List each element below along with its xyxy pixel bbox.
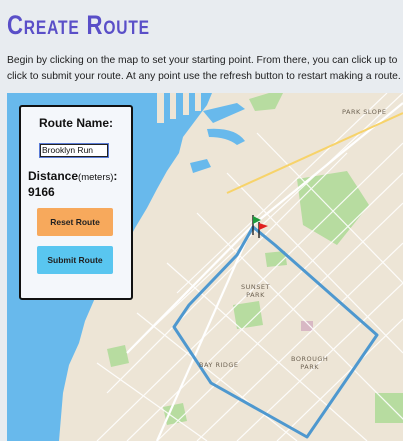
page-title: Create Route [7,10,150,40]
end-flag-icon [258,222,268,238]
instructions-line-2: click to submit your route. At any point… [7,71,401,82]
route-map[interactable]: PARK SLOPE SUNSET PARK BOROUGH PARK BAY … [7,93,403,441]
route-panel: Route Name: Brooklyn Run Distance(meters… [19,105,133,300]
distance-unit: (meters) [78,172,114,183]
distance-colon: : [113,169,118,183]
distance-label: Distance [28,169,79,183]
submit-route-button[interactable]: Submit Route [37,246,113,274]
distance-display: Distance(meters): 9166 [28,169,128,200]
map-label-borough-park: BOROUGH PARK [291,355,329,371]
map-label-sunset-park: SUNSET PARK [241,283,270,299]
map-label-park-slope: PARK SLOPE [342,108,387,116]
route-name-label: Route Name: [38,116,113,130]
reset-route-button[interactable]: Reset Route [37,208,113,236]
map-label-bay-ridge: BAY RIDGE [199,361,239,369]
route-name-input[interactable]: Brooklyn Run [39,143,109,158]
instructions-line-1: Begin by clicking on the map to set your… [7,55,398,66]
instructions: Begin by clicking on the map to set your… [7,53,403,85]
distance-value: 9166 [28,185,55,199]
